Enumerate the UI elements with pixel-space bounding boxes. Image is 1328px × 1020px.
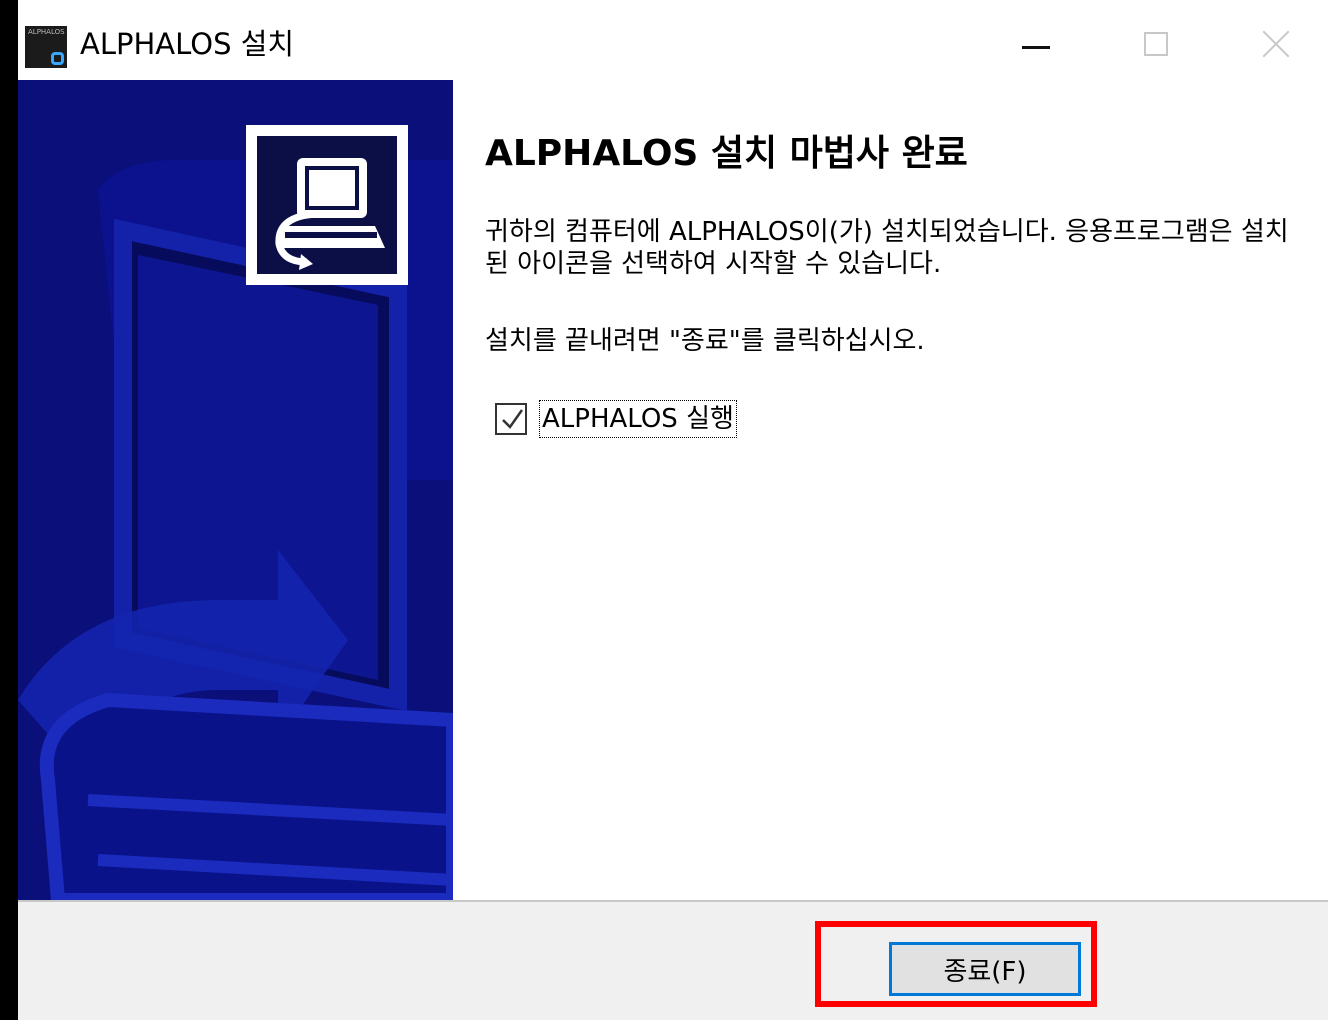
minimize-icon (1022, 45, 1050, 49)
window-title: ALPHALOS 설치 (80, 27, 295, 61)
app-icon-text: ALPHALOS (28, 28, 65, 36)
close-icon (1261, 29, 1291, 59)
run-app-checkbox[interactable] (495, 403, 527, 435)
wizard-side-image (18, 80, 453, 900)
wizard-content: ALPHALOS 설치 마법사 완료 귀하의 컴퓨터에 ALPHALOS이(가)… (453, 80, 1328, 900)
computer-install-icon (275, 158, 385, 270)
run-app-label[interactable]: ALPHALOS 실행 (539, 400, 737, 438)
installer-window: ALPHALOS ALPHALOS 설치 ALPHALOS 설치 마법사 완료 … (18, 0, 1328, 1020)
maximize-button[interactable] (1126, 16, 1186, 72)
title-bar[interactable]: ALPHALOS ALPHALOS 설치 (18, 0, 1328, 80)
finish-instruction: 설치를 끝내려면 "종료"를 클릭하십시오. (485, 326, 925, 356)
app-icon: ALPHALOS (25, 26, 67, 68)
finish-button[interactable]: 종료(F) (889, 942, 1081, 996)
completion-message: 귀하의 컴퓨터에 ALPHALOS이(가) 설치되었습니다. 응용프로그램은 설… (485, 217, 1289, 279)
minimize-button[interactable] (1006, 16, 1066, 72)
wizard-footer: 종료(F) (18, 900, 1328, 1020)
checkmark-icon (502, 409, 523, 429)
page-title: ALPHALOS 설치 마법사 완료 (485, 133, 968, 174)
installer-logo-inner (257, 136, 397, 274)
maximize-icon (1144, 32, 1168, 56)
installer-logo (246, 125, 408, 285)
app-icon-mark (51, 52, 64, 65)
close-button[interactable] (1246, 16, 1306, 72)
